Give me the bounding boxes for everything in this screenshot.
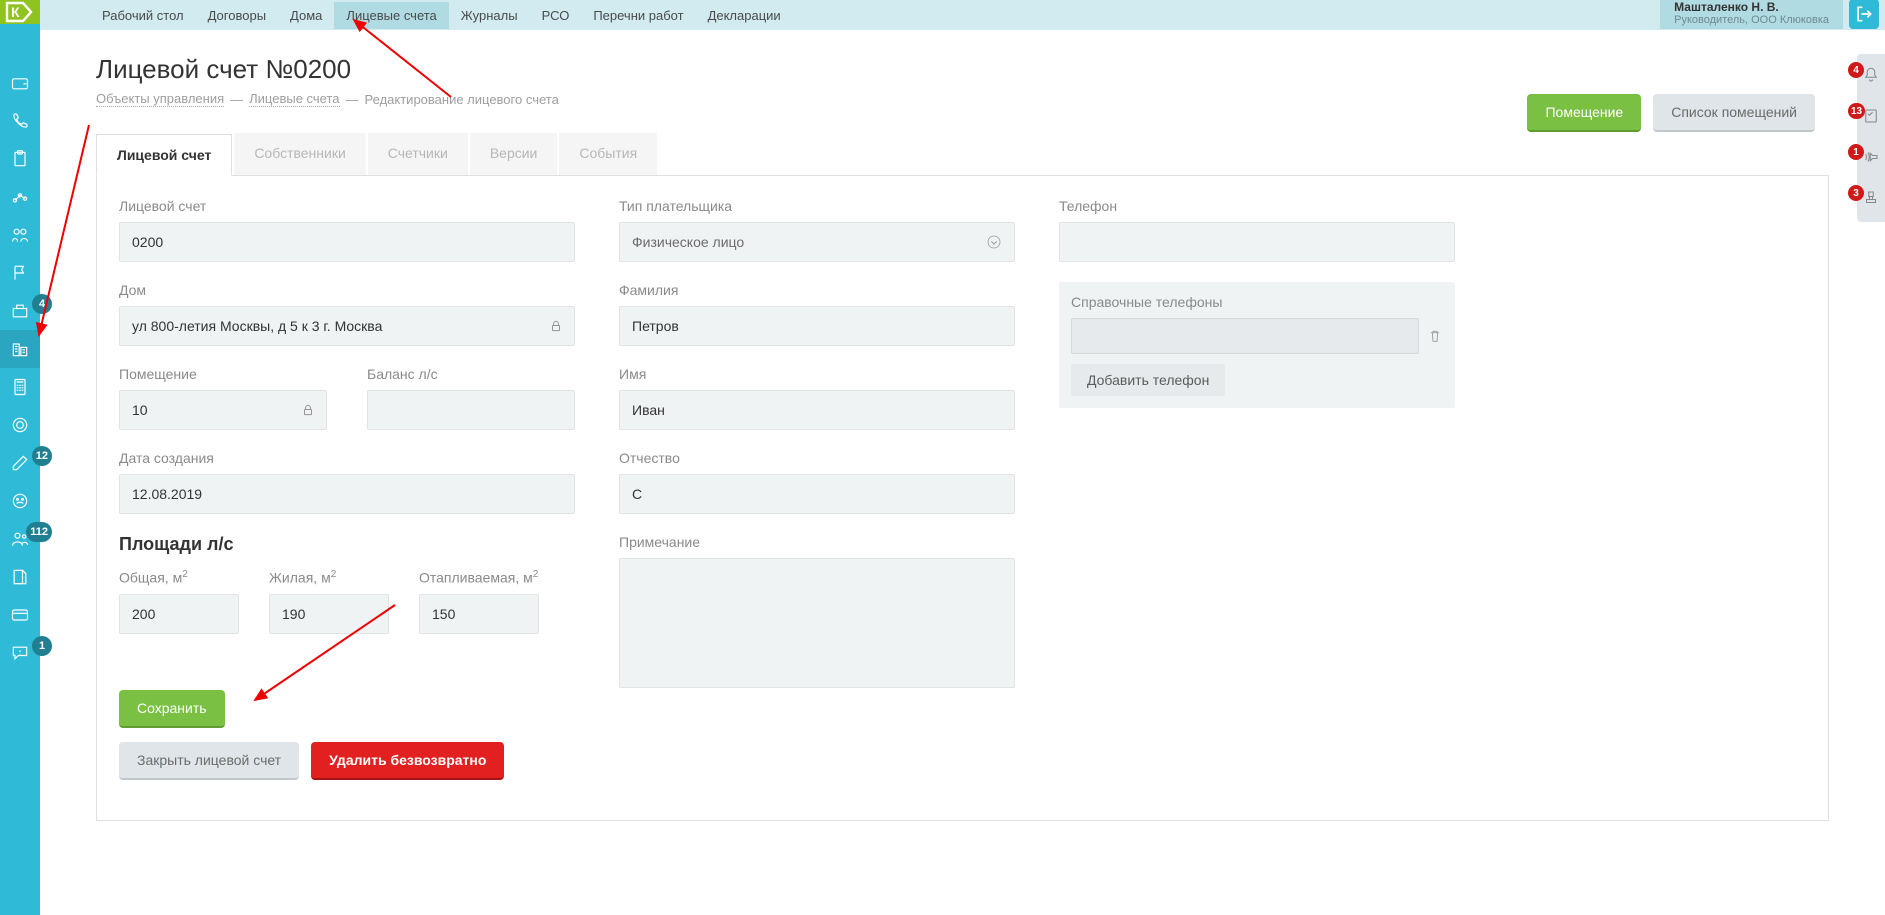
nav-accounts[interactable]: Лицевые счета: [334, 2, 448, 29]
input-room[interactable]: [119, 390, 327, 430]
label-firstname: Имя: [619, 366, 1015, 382]
tab-versions[interactable]: Версии: [470, 133, 558, 175]
tabs: Лицевой счет Собственники Счетчики Верси…: [96, 133, 1829, 175]
nav-dashboard[interactable]: Рабочий стол: [90, 2, 196, 29]
sidebar-doc-icon[interactable]: [0, 558, 40, 596]
rail-badge-4: 3: [1848, 185, 1864, 201]
sidebar-card-icon[interactable]: [0, 596, 40, 634]
user-box[interactable]: Машталенко Н. В. Руководитель, ООО Клюко…: [1660, 0, 1843, 29]
input-middlename[interactable]: [619, 474, 1015, 514]
stamp-icon: [1862, 189, 1880, 207]
header-actions: Помещение Список помещений: [1527, 94, 1815, 132]
input-lastname[interactable]: [619, 306, 1015, 346]
tab-events[interactable]: События: [559, 133, 657, 175]
close-account-button[interactable]: Закрыть лицевой счет: [119, 742, 299, 780]
nav-decl[interactable]: Декларации: [696, 2, 793, 29]
save-button[interactable]: Сохранить: [119, 690, 225, 728]
right-rail: 4 13 1 3: [1857, 54, 1885, 222]
crumb-current: Редактирование лицевого счета: [365, 92, 559, 107]
areas-heading: Площади л/с: [119, 534, 575, 555]
nav-contracts[interactable]: Договоры: [196, 2, 278, 29]
bell-icon: [1862, 66, 1880, 84]
textarea-note[interactable]: [619, 558, 1015, 688]
nav-journals[interactable]: Журналы: [449, 2, 530, 29]
page-title: Лицевой счет №0200: [96, 54, 1829, 85]
input-account[interactable]: [119, 222, 575, 262]
input-area-living[interactable]: [269, 594, 389, 634]
label-area-living: Жилая, м2: [269, 569, 389, 586]
sidebar-coin-icon[interactable]: [0, 406, 40, 444]
rail-badge-3: 1: [1848, 144, 1864, 160]
label-area-total: Общая, м2: [119, 569, 239, 586]
input-phone[interactable]: [1059, 222, 1455, 262]
label-room: Помещение: [119, 366, 327, 382]
label-house: Дом: [119, 282, 575, 298]
nav-houses[interactable]: Дома: [278, 2, 334, 29]
rail-bell[interactable]: 4: [1862, 66, 1880, 87]
user-name: Машталенко Н. В.: [1674, 0, 1829, 14]
label-date: Дата создания: [119, 450, 575, 466]
input-date[interactable]: [119, 474, 575, 514]
logout-button[interactable]: [1849, 0, 1879, 29]
label-payer-type: Тип плательщика: [619, 198, 1015, 214]
crumb-accounts[interactable]: Лицевые счета: [249, 91, 339, 107]
rail-badge-1: 4: [1848, 62, 1864, 78]
logo-icon: К: [5, 1, 35, 23]
logout-icon: [1854, 4, 1874, 24]
rail-task[interactable]: 13: [1862, 107, 1880, 128]
sidebar-flag-icon[interactable]: [0, 254, 40, 292]
svg-text:К: К: [11, 4, 20, 20]
input-ref-phone[interactable]: [1071, 318, 1419, 354]
label-phone: Телефон: [1059, 198, 1455, 214]
tab-owners[interactable]: Собственники: [234, 133, 365, 175]
rooms-list-button[interactable]: Список помещений: [1653, 94, 1815, 132]
form-panel: Лицевой счет Дом Помещен: [96, 175, 1829, 821]
ref-phones-group: Справочные телефоны Добавить телефон: [1059, 282, 1455, 408]
sidebar-face-icon[interactable]: [0, 482, 40, 520]
sidebar-phone-icon[interactable]: [0, 102, 40, 140]
rail-badge-2: 13: [1848, 103, 1865, 119]
select-payer-type[interactable]: Физическое лицо: [619, 222, 1015, 262]
label-lastname: Фамилия: [619, 282, 1015, 298]
input-balance[interactable]: [367, 390, 575, 430]
main-area: Рабочий стол Договоры Дома Лицевые счета…: [40, 0, 1885, 915]
input-house[interactable]: [119, 306, 575, 346]
add-phone-button[interactable]: Добавить телефон: [1071, 364, 1225, 396]
nav-rso[interactable]: РСО: [530, 2, 582, 29]
sidebar-buildings-icon[interactable]: [0, 330, 40, 368]
sidebar-calculator-icon[interactable]: [0, 368, 40, 406]
user-role: Руководитель, ООО Клюковка: [1674, 14, 1829, 26]
logo[interactable]: К: [0, 0, 40, 24]
input-area-total[interactable]: [119, 594, 239, 634]
sidebar-clipboard-icon[interactable]: [0, 140, 40, 178]
label-middlename: Отчество: [619, 450, 1015, 466]
nav-works[interactable]: Перечни работ: [581, 2, 695, 29]
tab-meters[interactable]: Счетчики: [368, 133, 468, 175]
signal-icon: [1862, 148, 1880, 166]
rail-stamp[interactable]: 3: [1862, 189, 1880, 210]
crumb-objects[interactable]: Объекты управления: [96, 91, 224, 107]
sidebar-chat-icon[interactable]: 1: [0, 634, 40, 672]
tab-account[interactable]: Лицевой счет: [96, 134, 232, 176]
sidebar-wallet-icon[interactable]: [0, 64, 40, 102]
label-balance: Баланс л/с: [367, 366, 575, 382]
label-ref-phones: Справочные телефоны: [1071, 294, 1443, 310]
input-firstname[interactable]: [619, 390, 1015, 430]
sidebar-cash-icon[interactable]: 4: [0, 292, 40, 330]
label-area-heated: Отапливаемая, м2: [419, 569, 539, 586]
top-nav: Рабочий стол Договоры Дома Лицевые счета…: [40, 0, 1885, 30]
label-account: Лицевой счет: [119, 198, 575, 214]
rail-signal[interactable]: 1: [1862, 148, 1880, 169]
sidebar-edit-icon[interactable]: 12: [0, 444, 40, 482]
trash-icon[interactable]: [1427, 328, 1443, 344]
left-sidebar: К 4 12 112 1: [0, 0, 40, 915]
room-button[interactable]: Помещение: [1527, 94, 1641, 132]
sidebar-people-icon[interactable]: 112: [0, 520, 40, 558]
sidebar-chart-icon[interactable]: [0, 178, 40, 216]
label-note: Примечание: [619, 534, 1015, 550]
input-area-heated[interactable]: [419, 594, 539, 634]
chevron-down-icon: [986, 234, 1002, 250]
delete-button[interactable]: Удалить безвозвратно: [311, 742, 504, 780]
sidebar-group-icon[interactable]: [0, 216, 40, 254]
